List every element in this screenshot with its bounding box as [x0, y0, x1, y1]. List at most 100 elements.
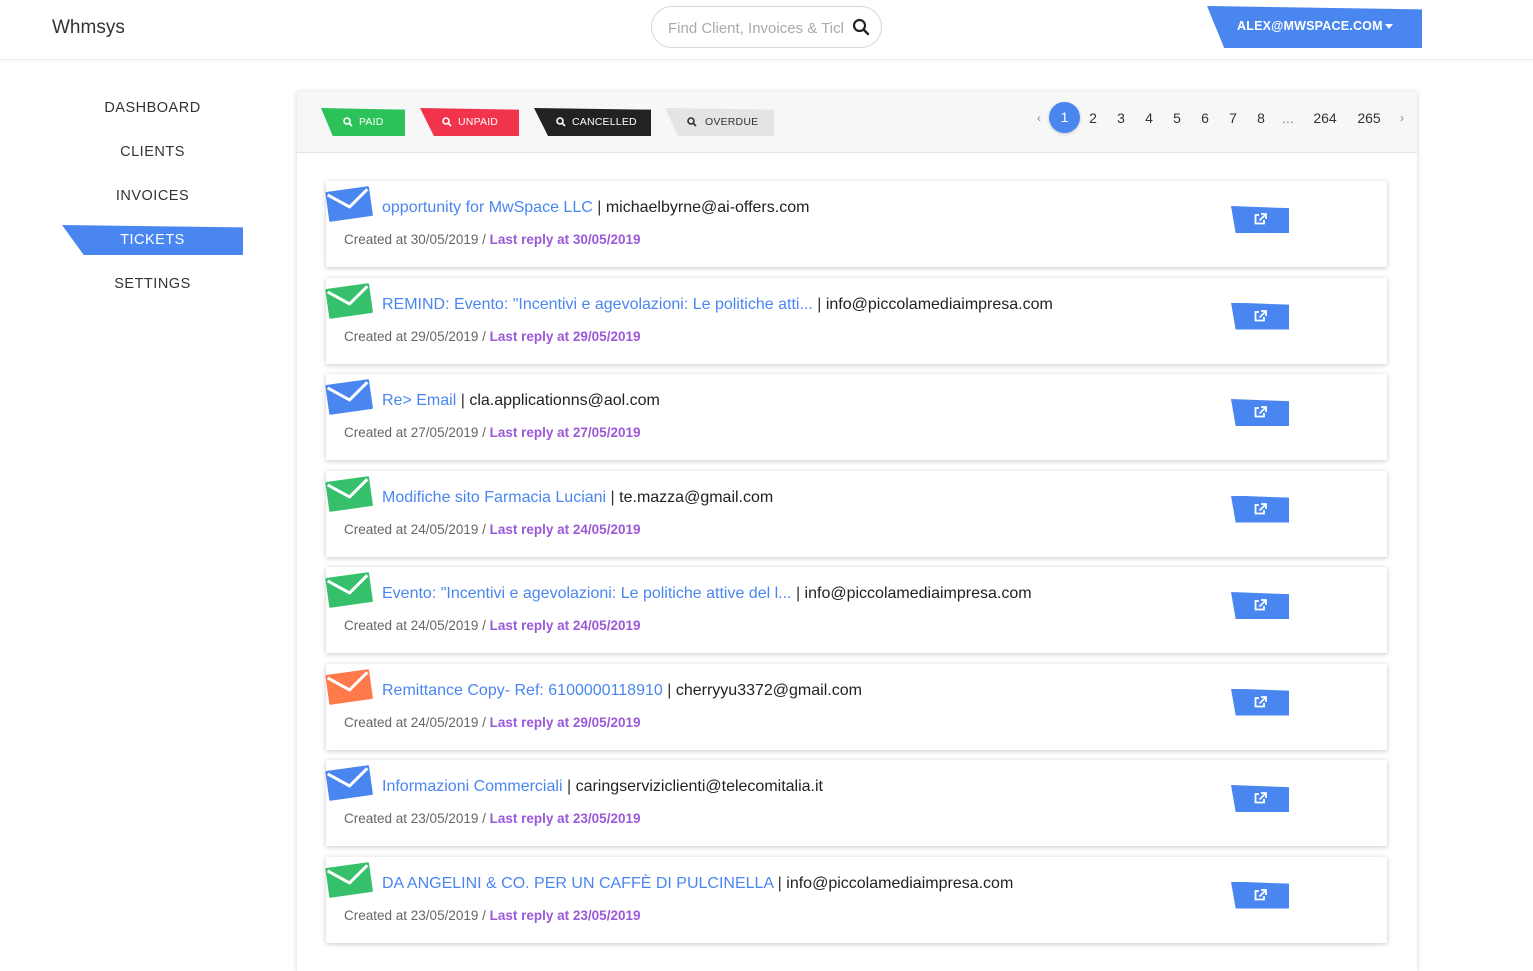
filter-overdue-button[interactable]: OVERDUE [665, 108, 774, 136]
mail-icon-green [324, 569, 374, 609]
ticket-email: cherryyu3372@gmail.com [675, 681, 862, 699]
ticket-separator: | [597, 199, 602, 216]
pagination-page-265[interactable]: 265 [1355, 102, 1383, 134]
ticket-created-date: Created at 29/05/2019 / [344, 328, 486, 344]
mail-icon-green [324, 473, 374, 513]
pagination-page-7[interactable]: 7 [1225, 102, 1241, 134]
search-input[interactable] [668, 17, 843, 39]
ticket-meta: Created at 27/05/2019 / Last reply at 27… [344, 425, 640, 440]
filter-cancelled-label: CANCELLED [572, 116, 637, 128]
pagination-page-5[interactable]: 5 [1169, 102, 1185, 134]
sidebar-item-clients[interactable]: CLIENTS [62, 137, 243, 167]
ticket-created-date: Created at 27/05/2019 / [344, 425, 486, 440]
filter-unpaid-label: UNPAID [458, 116, 499, 128]
ticket-created-date: Created at 30/05/2019 / [344, 232, 486, 247]
open-ticket-button[interactable] [1231, 302, 1289, 330]
pagination-page-264[interactable]: 264 [1311, 102, 1339, 134]
ticket-separator: | [777, 874, 782, 892]
top-bar: Whmsys ALEX@MWSPACE.COM [0, 0, 1533, 60]
sidebar-item-settings[interactable]: SETTINGS [62, 269, 243, 299]
ticket-subject-link[interactable]: Re> Email [382, 392, 456, 409]
ticket-last-reply: Last reply at 30/05/2019 [489, 232, 641, 247]
ticket-separator: | [610, 488, 615, 506]
user-menu-button[interactable]: ALEX@MWSPACE.COM [1207, 6, 1422, 48]
panel-header: PAID UNPAID CANCELLED OVERDUE ‹ 1 2 3 4 … [297, 91, 1417, 153]
ticket-created-date: Created at 24/05/2019 / [344, 618, 486, 633]
ticket-card[interactable]: Remittance Copy- Ref: 6100000118910 | ch… [324, 663, 1387, 750]
pagination-page-8[interactable]: 8 [1253, 102, 1269, 134]
ticket-card[interactable]: Informazioni Commerciali | caringservizi… [325, 760, 1387, 846]
open-ticket-button[interactable] [1231, 206, 1289, 233]
sidebar-item-invoices[interactable]: INVOICES [62, 181, 243, 211]
ticket-meta: Created at 23/05/2019 / Last reply at 23… [344, 811, 640, 826]
external-link-icon [1254, 213, 1267, 225]
user-email-label: ALEX@MWSPACE.COM [1237, 19, 1383, 33]
ticket-title: DA ANGELINI & CO. PER UN CAFFÈ DI PULCIN… [382, 875, 1013, 893]
pagination-next[interactable]: › [1397, 102, 1407, 134]
pagination-ellipsis: ... [1282, 110, 1294, 126]
tickets-panel: PAID UNPAID CANCELLED OVERDUE ‹ 1 2 3 4 … [297, 91, 1417, 971]
ticket-email: info@piccolamediaimpresa.com [825, 295, 1053, 313]
ticket-card[interactable]: opportunity for MwSpace LLC | michaelbyr… [324, 181, 1387, 267]
ticket-created-date: Created at 23/05/2019 / [344, 907, 486, 923]
ticket-card[interactable]: Re> Email | cla.applicationns@aol.com Cr… [324, 374, 1387, 460]
ticket-title: Remittance Copy- Ref: 6100000118910 | ch… [382, 682, 862, 700]
open-ticket-button[interactable] [1231, 495, 1289, 523]
mail-icon-blue [324, 183, 374, 223]
ticket-subject-link[interactable]: Evento: "Incentivi e agevolazioni: Le po… [382, 585, 791, 602]
ticket-card[interactable]: DA ANGELINI & CO. PER UN CAFFÈ DI PULCIN… [324, 856, 1387, 943]
mail-icon-orange [324, 666, 374, 706]
mail-icon-green [324, 859, 374, 899]
ticket-email: info@piccolamediaimpresa.com [804, 585, 1032, 602]
ticket-subject-link[interactable]: Remittance Copy- Ref: 6100000118910 [382, 682, 663, 699]
open-ticket-button[interactable] [1231, 688, 1289, 716]
filter-unpaid-button[interactable]: UNPAID [420, 108, 519, 136]
pagination-page-6[interactable]: 6 [1197, 102, 1213, 134]
ticket-last-reply: Last reply at 23/05/2019 [489, 907, 641, 923]
pagination-page-1[interactable]: 1 [1049, 102, 1080, 133]
ticket-card[interactable]: REMIND: Evento: "Incentivi e agevolazion… [325, 277, 1387, 364]
ticket-subject-link[interactable]: Modifiche sito Farmacia Luciani [382, 489, 606, 506]
pagination-prev[interactable]: ‹ [1034, 102, 1044, 134]
external-link-icon [1254, 695, 1267, 707]
ticket-title: Evento: "Incentivi e agevolazioni: Le po… [382, 585, 1032, 603]
filter-overdue-label: OVERDUE [705, 116, 759, 128]
sidebar-item-tickets[interactable]: TICKETS [62, 225, 243, 255]
ticket-subject-link[interactable]: opportunity for MwSpace LLC [382, 199, 593, 216]
pagination-page-3[interactable]: 3 [1113, 102, 1129, 134]
search-icon [442, 117, 452, 127]
ticket-created-date: Created at 24/05/2019 / [344, 521, 486, 537]
ticket-card[interactable]: Evento: "Incentivi e agevolazioni: Le po… [324, 567, 1387, 653]
pagination-page-2[interactable]: 2 [1085, 102, 1101, 134]
ticket-last-reply: Last reply at 29/05/2019 [489, 328, 641, 344]
ticket-card[interactable]: Modifiche sito Farmacia Luciani | te.maz… [324, 470, 1387, 557]
open-ticket-button[interactable] [1231, 592, 1289, 619]
search-icon [687, 117, 697, 127]
search-box [651, 6, 882, 48]
ticket-subject-link[interactable]: Informazioni Commerciali [382, 778, 563, 795]
filter-cancelled-button[interactable]: CANCELLED [534, 108, 651, 136]
ticket-last-reply: Last reply at 27/05/2019 [489, 425, 641, 440]
ticket-last-reply: Last reply at 24/05/2019 [489, 618, 641, 633]
mail-icon-blue [324, 376, 374, 416]
ticket-email: michaelbyrne@ai-offers.com [605, 199, 810, 216]
open-ticket-button[interactable] [1231, 785, 1289, 812]
ticket-title: Modifiche sito Farmacia Luciani | te.maz… [382, 489, 773, 507]
ticket-title: REMIND: Evento: "Incentivi e agevolazion… [382, 296, 1053, 314]
search-icon[interactable] [852, 18, 870, 36]
ticket-subject-link[interactable]: DA ANGELINI & CO. PER UN CAFFÈ DI PULCIN… [382, 875, 773, 892]
ticket-separator: | [460, 392, 465, 409]
ticket-created-date: Created at 23/05/2019 / [344, 811, 486, 826]
ticket-title: Informazioni Commerciali | caringservizi… [382, 778, 823, 796]
pagination-page-4[interactable]: 4 [1141, 102, 1157, 134]
brand-logo[interactable]: Whmsys [52, 17, 125, 39]
external-link-icon [1254, 309, 1267, 321]
sidebar-item-dashboard[interactable]: DASHBOARD [62, 93, 243, 123]
filter-paid-button[interactable]: PAID [321, 108, 405, 136]
open-ticket-button[interactable] [1231, 399, 1289, 426]
open-ticket-button[interactable] [1231, 881, 1289, 909]
ticket-subject-link[interactable]: REMIND: Evento: "Incentivi e agevolazion… [382, 296, 813, 313]
ticket-separator: | [667, 681, 672, 699]
ticket-separator: | [566, 778, 572, 795]
ticket-title: opportunity for MwSpace LLC | michaelbyr… [382, 199, 809, 217]
